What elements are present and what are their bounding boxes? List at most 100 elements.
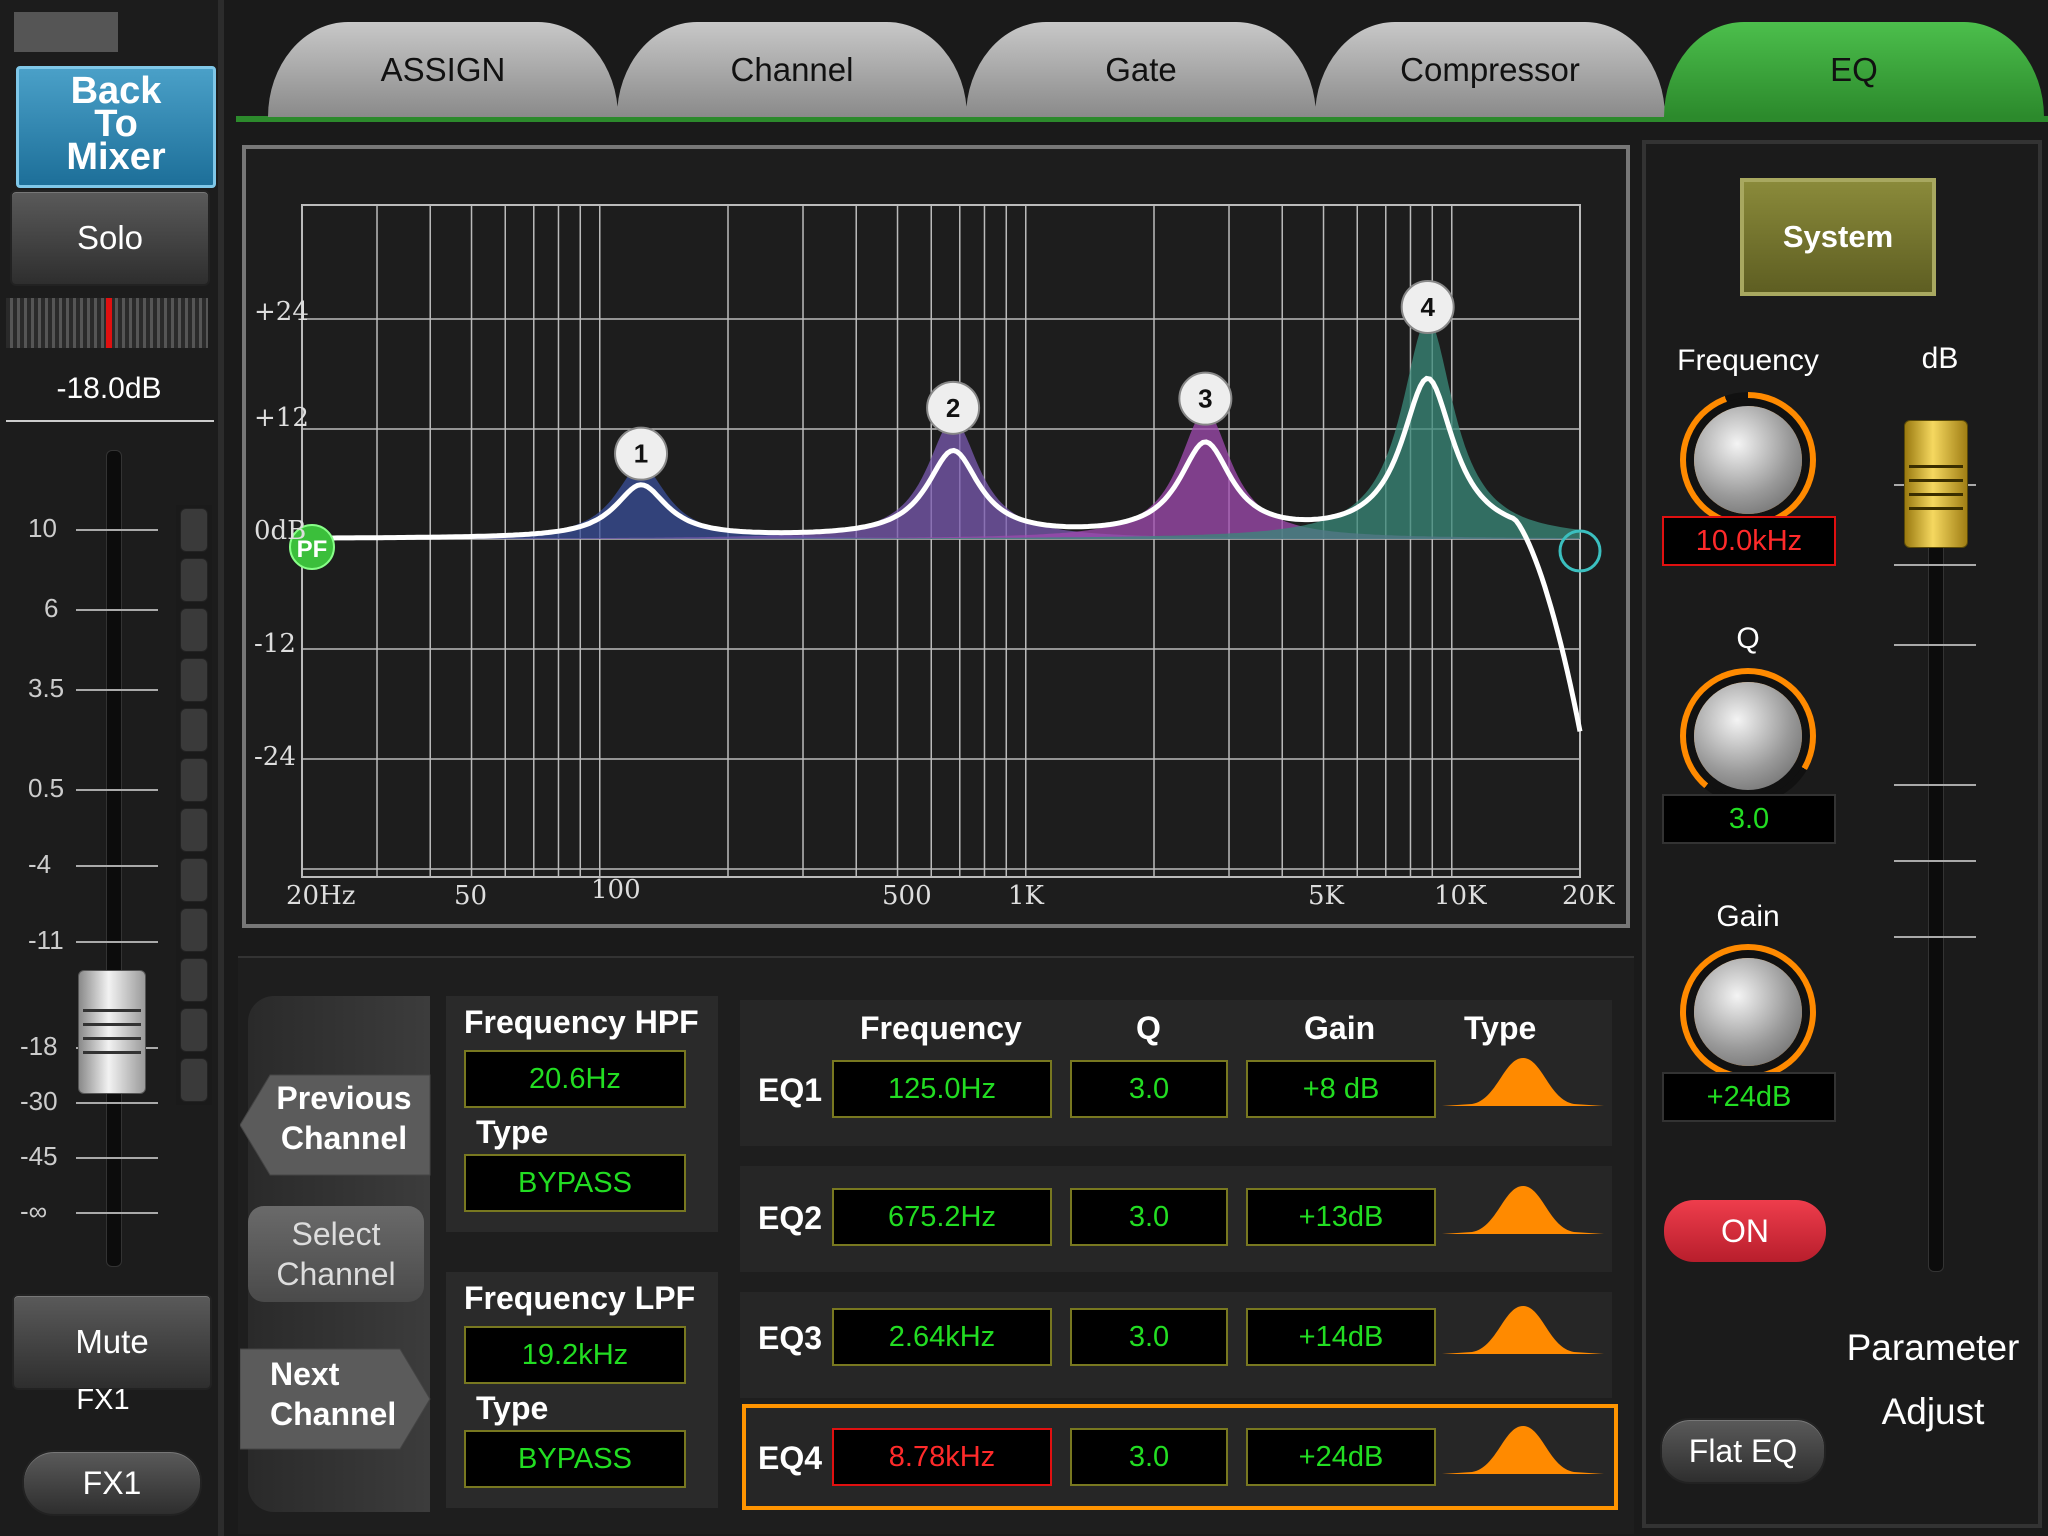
eq-graph[interactable]: PF 1 2 3 4 +24 +12 0dB -12 -24 20Hz 50 100 5… <box>242 145 1630 928</box>
fader-scale-tick <box>76 1157 158 1159</box>
eq2-frequency-field[interactable]: 675.2Hz <box>832 1188 1052 1246</box>
eq2-peak-type-icon[interactable] <box>1442 1184 1604 1236</box>
fader-scale-tick <box>76 609 158 611</box>
meter-segment <box>180 808 208 852</box>
q-label: Q <box>1736 622 1760 655</box>
fader-scale-tick <box>76 529 158 531</box>
nav-label: Channel <box>276 1256 396 1292</box>
next-channel-button[interactable]: Next Channel <box>256 1354 420 1434</box>
system-button[interactable]: System <box>1740 178 1936 296</box>
hpf-type-field[interactable]: BYPASS <box>464 1154 686 1212</box>
previous-channel-button[interactable]: Previous Channel <box>262 1078 426 1158</box>
meter-segment <box>180 1058 208 1102</box>
level-readout: -18.0dB <box>56 372 162 405</box>
eq4-q-field[interactable]: 3.0 <box>1070 1428 1228 1486</box>
eq1-q-field[interactable]: 3.0 <box>1070 1060 1228 1118</box>
tab-gate[interactable]: Gate <box>966 22 1316 117</box>
y-axis-label: +24 <box>254 297 309 327</box>
eq3-peak-type-icon[interactable] <box>1442 1304 1604 1356</box>
eq-header-type: Type <box>1464 1010 1537 1046</box>
x-axis-label: 50 <box>454 881 488 911</box>
meter-segment <box>180 508 208 552</box>
lpf-title: Frequency LPF <box>464 1280 696 1316</box>
meter-segment <box>180 1008 208 1052</box>
fader-scale-label: -45 <box>20 1141 58 1171</box>
db-fader-tick <box>1894 860 1976 862</box>
lpf-frequency-field[interactable]: 19.2kHz <box>464 1326 686 1384</box>
on-button[interactable]: ON <box>1664 1200 1826 1262</box>
parameter-adjust-title: Parameter Adjust <box>1820 1316 2046 1444</box>
fader-scale-tick <box>76 941 158 943</box>
frequency-value[interactable]: 10.0kHz <box>1662 516 1836 566</box>
flat-eq-button[interactable]: Flat EQ <box>1660 1418 1826 1484</box>
db-fader-handle[interactable] <box>1904 420 1968 548</box>
lpf-type-field[interactable]: BYPASS <box>464 1430 686 1488</box>
q-knob[interactable] <box>1694 682 1802 790</box>
eq3-q-field[interactable]: 3.0 <box>1070 1308 1228 1366</box>
eq4-gain-field[interactable]: +24dB <box>1246 1428 1436 1486</box>
fader-scale-label: -∞ <box>20 1196 48 1226</box>
eq1-peak-type-icon[interactable] <box>1442 1056 1604 1108</box>
eq3-frequency-field[interactable]: 2.64kHz <box>832 1308 1052 1366</box>
channel-color-chip <box>14 12 118 52</box>
fader-handle[interactable] <box>78 970 146 1094</box>
meter-segment <box>180 858 208 902</box>
eq-band-node-label: 2 <box>946 393 960 423</box>
nav-label: Next <box>270 1356 340 1392</box>
tab-channel[interactable]: Channel <box>617 22 967 117</box>
x-axis-label: 500 <box>882 881 932 911</box>
hpf-frequency-field[interactable]: 20.6Hz <box>464 1050 686 1108</box>
meter-segment <box>180 708 208 752</box>
db-label: dB <box>1921 342 1959 375</box>
fader-scale-label: -30 <box>20 1086 58 1116</box>
fader-scale-label: -18 <box>20 1031 58 1061</box>
eq4-frequency-field[interactable]: 8.78kHz <box>832 1428 1052 1486</box>
fader-scale-tick <box>76 1212 158 1214</box>
q-value[interactable]: 3.0 <box>1662 794 1836 844</box>
eq-band-node-label: 3 <box>1198 384 1212 414</box>
fx1-button[interactable]: FX1 <box>22 1450 202 1516</box>
tab-compressor[interactable]: Compressor <box>1315 22 1665 117</box>
meter-segment <box>180 908 208 952</box>
level-meter-peak <box>106 298 112 348</box>
tab-assign[interactable]: ASSIGN <box>268 22 618 117</box>
grid-frame <box>301 204 1581 878</box>
tab-eq[interactable]: EQ <box>1664 22 2044 117</box>
eq2-gain-field[interactable]: +13dB <box>1246 1188 1436 1246</box>
fader-scale-tick <box>76 865 158 867</box>
nav-label: Channel <box>270 1396 397 1432</box>
gain-value[interactable]: +24dB <box>1662 1072 1836 1122</box>
eq-curve-svg[interactable]: PF12 34 <box>246 149 1626 924</box>
eq1-gain-field[interactable]: +8 dB <box>1246 1060 1436 1118</box>
hpf-title: Frequency HPF <box>464 1004 699 1040</box>
nav-label: Channel <box>280 1120 408 1156</box>
eq1-label: EQ1 <box>758 1072 823 1108</box>
eq1-frequency-field[interactable]: 125.0Hz <box>832 1060 1052 1118</box>
eq-band-node-label: 1 <box>634 439 648 469</box>
gain-knob[interactable] <box>1694 958 1802 1066</box>
x-axis-label: 5K <box>1308 881 1344 911</box>
x-axis-label: 100 <box>591 875 641 905</box>
eq2-label: EQ2 <box>758 1200 823 1236</box>
back-to-mixer-button[interactable]: Back To Mixer <box>16 66 216 188</box>
eq4-peak-type-icon[interactable] <box>1442 1424 1604 1476</box>
eq3-label: EQ3 <box>758 1320 823 1356</box>
db-fader-tick <box>1894 936 1976 938</box>
eq2-q-field[interactable]: 3.0 <box>1070 1188 1228 1246</box>
solo-button[interactable]: Solo <box>10 190 210 286</box>
fader-scale-tick <box>76 1102 158 1104</box>
eq3-gain-field[interactable]: +14dB <box>1246 1308 1436 1366</box>
meter-segment <box>180 758 208 802</box>
y-axis-label: -12 <box>254 629 296 659</box>
eq-header-frequency: Frequency <box>860 1010 1022 1046</box>
frequency-knob[interactable] <box>1694 406 1802 514</box>
back-label: Mixer <box>66 136 166 178</box>
meter-segment <box>180 958 208 1002</box>
eq-header-q: Q <box>1136 1010 1161 1046</box>
db-fader-tick <box>1894 784 1976 786</box>
mute-button[interactable]: Mute <box>12 1294 212 1390</box>
select-channel-button[interactable]: Select Channel <box>248 1206 424 1302</box>
fader-scale-tick <box>76 789 158 791</box>
x-axis-label: 1K <box>1008 881 1044 911</box>
db-fader-tick <box>1894 564 1976 566</box>
